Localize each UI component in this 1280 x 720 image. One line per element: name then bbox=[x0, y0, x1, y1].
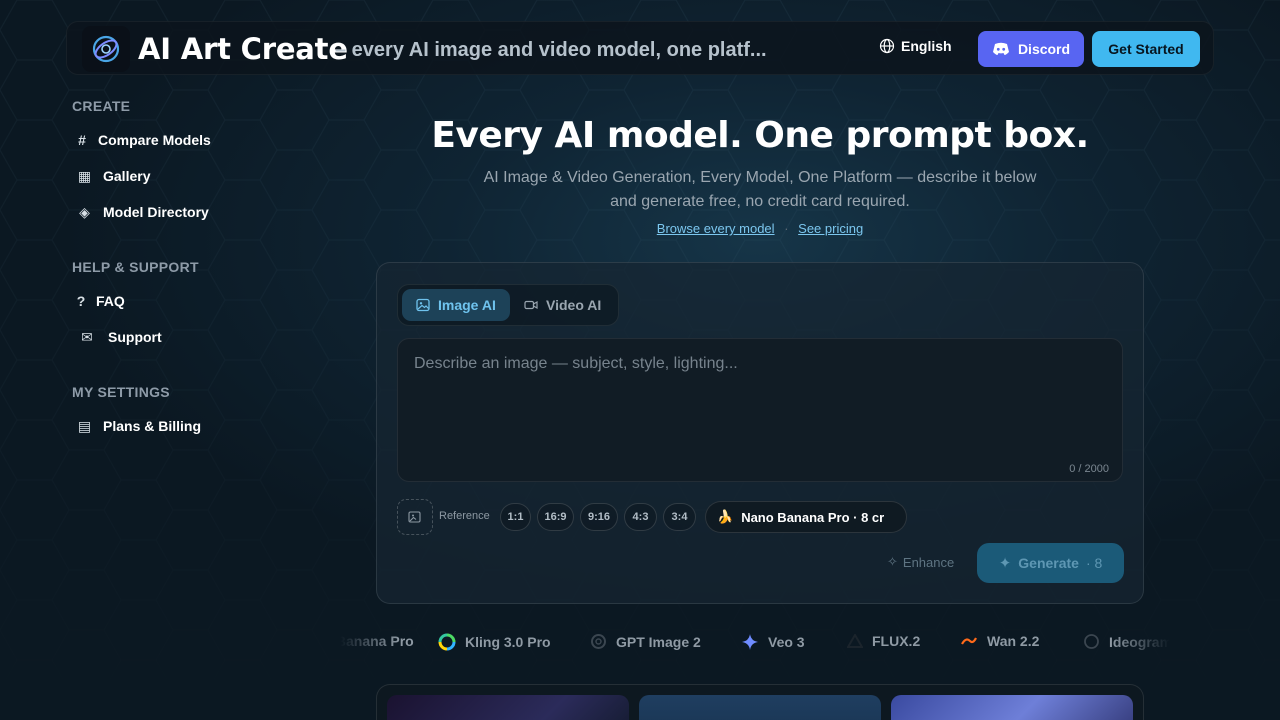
diamond-icon: ◈ bbox=[79, 203, 90, 220]
sidebar-item-plans-billing[interactable]: ▤ Plans & Billing bbox=[76, 414, 201, 438]
aspect-ratio-3-4[interactable]: 3:4 bbox=[663, 503, 696, 531]
character-counter: 0 / 2000 bbox=[1069, 463, 1109, 475]
reference-image-upload-button[interactable] bbox=[397, 499, 433, 535]
sidebar-section-title-create: CREATE bbox=[72, 98, 131, 114]
discord-label: Discord bbox=[1017, 41, 1071, 57]
prompt-textarea[interactable] bbox=[398, 339, 1122, 481]
sidebar-item-label: FAQ bbox=[96, 293, 125, 309]
generator-card: Image AI Video AI 0 / 2000 Reference 1:1… bbox=[376, 262, 1144, 604]
model-selector-label: Nano Banana Pro · 8 cr bbox=[741, 509, 885, 525]
model-selector[interactable]: 🍌 Nano Banana Pro · 8 cr bbox=[705, 501, 907, 533]
marquee-item-label: Wan 2.2 bbox=[987, 633, 1040, 649]
marquee-item-gpt-image-2[interactable]: GPT Image 2 bbox=[590, 633, 701, 650]
tab-video-ai[interactable]: Video AI bbox=[510, 289, 615, 321]
sidebar-item-label: Compare Models bbox=[98, 132, 211, 148]
marquee-item-label: Ideogram bbox=[1109, 633, 1170, 650]
browse-models-link[interactable]: Browse every model bbox=[657, 221, 775, 236]
image-icon bbox=[416, 298, 430, 312]
prompt-box: 0 / 2000 bbox=[397, 338, 1123, 482]
marquee-item-veo-3[interactable]: Veo 3 bbox=[741, 633, 805, 651]
tab-image-ai[interactable]: Image AI bbox=[402, 289, 510, 321]
aspect-ratio-16-9[interactable]: 16:9 bbox=[537, 503, 574, 531]
language-label: English bbox=[901, 38, 952, 54]
brand-tagline: – every AI image and video model, one pl… bbox=[335, 39, 767, 61]
top-header-bar: AI Art Create – every AI image and video… bbox=[66, 21, 1214, 75]
sidebar-item-label: Model Directory bbox=[103, 204, 209, 220]
gemini-spark-icon bbox=[742, 634, 758, 650]
marquee-item-flux-2[interactable]: FLUX.2 bbox=[847, 633, 920, 649]
tab-label: Image AI bbox=[438, 297, 496, 313]
marquee-item-label: Nano Banana Pro bbox=[340, 633, 414, 649]
sidebar-item-label: Support bbox=[108, 329, 162, 345]
generate-label: Generate bbox=[1018, 555, 1079, 571]
marquee-item-label: Kling 3.0 Pro bbox=[465, 634, 551, 650]
question-icon: ? bbox=[76, 293, 86, 309]
openai-icon bbox=[591, 634, 606, 649]
aspect-ratio-9-16[interactable]: 9:16 bbox=[580, 503, 618, 531]
gallery-thumbnail[interactable] bbox=[891, 695, 1133, 720]
globe-icon bbox=[879, 38, 895, 54]
language-selector[interactable]: English bbox=[879, 38, 952, 54]
banana-icon: 🍌 bbox=[717, 509, 734, 524]
generate-button[interactable]: ✦ Generate · 8 bbox=[977, 543, 1124, 583]
get-started-button[interactable]: Get Started bbox=[1092, 31, 1200, 67]
discord-button[interactable]: Discord bbox=[978, 31, 1084, 67]
flux-triangle-icon bbox=[847, 634, 863, 648]
model-logo-marquee: Nano Banana Pro Kling 3.0 Pro GPT Image … bbox=[340, 630, 1170, 656]
tab-label: Video AI bbox=[546, 297, 602, 313]
sidebar-item-model-directory[interactable]: ◈ Model Directory bbox=[76, 200, 209, 224]
sidebar-item-compare-models[interactable]: # Compare Models bbox=[76, 128, 211, 152]
ideogram-icon bbox=[1084, 634, 1099, 649]
reference-label: Reference bbox=[439, 510, 490, 522]
aspect-ratio-4-3[interactable]: 4:3 bbox=[624, 503, 657, 531]
grid-icon: ▦ bbox=[77, 167, 92, 184]
sparkles-icon: ✦ bbox=[998, 555, 1012, 572]
discord-icon bbox=[992, 42, 1009, 55]
sidebar-item-support[interactable]: ✉ Support bbox=[76, 325, 162, 349]
aspect-ratio-1-1[interactable]: 1:1 bbox=[500, 503, 531, 531]
list-icon: ▤ bbox=[77, 417, 92, 434]
kling-icon bbox=[438, 633, 456, 651]
marquee-item-kling[interactable]: Kling 3.0 Pro bbox=[438, 633, 551, 651]
envelope-icon: ✉ bbox=[81, 328, 93, 345]
generate-cost: · 8 bbox=[1085, 555, 1103, 571]
brand-title[interactable]: AI Art Create bbox=[138, 32, 348, 66]
brand-logo[interactable] bbox=[82, 26, 130, 72]
hero-subtitle: AI Image & Video Generation, Every Model… bbox=[483, 169, 1037, 210]
link-separator: · bbox=[784, 221, 789, 236]
gallery-preview-strip bbox=[376, 684, 1144, 720]
marquee-item-label: Veo 3 bbox=[768, 634, 805, 650]
see-pricing-link[interactable]: See pricing bbox=[798, 221, 863, 236]
enhance-button[interactable]: ✧ Enhance bbox=[887, 554, 954, 570]
wan-icon bbox=[961, 637, 977, 645]
gallery-thumbnail[interactable] bbox=[639, 695, 881, 720]
sidebar-section-title-help: HELP & SUPPORT bbox=[72, 259, 199, 275]
image-plus-icon bbox=[408, 511, 421, 523]
marquee-item-wan-2-2[interactable]: Wan 2.2 bbox=[960, 633, 1039, 649]
sparkles-icon: ✧ bbox=[887, 554, 898, 569]
sidebar-section-title-settings: MY SETTINGS bbox=[72, 384, 170, 400]
sidebar-item-faq[interactable]: ? FAQ bbox=[76, 289, 125, 313]
video-camera-icon bbox=[524, 300, 538, 310]
mode-tabs: Image AI Video AI bbox=[397, 284, 619, 326]
marquee-item-ideogram[interactable]: Ideogram bbox=[1083, 633, 1170, 650]
gallery-thumbnail[interactable] bbox=[387, 695, 629, 720]
hero-title: Every AI model. One prompt box. bbox=[431, 115, 1089, 156]
sidebar-item-label: Plans & Billing bbox=[103, 418, 202, 434]
hash-icon: # bbox=[78, 132, 86, 148]
sidebar-item-label: Gallery bbox=[103, 168, 151, 184]
orbit-logo-icon bbox=[92, 35, 120, 63]
sidebar-item-gallery[interactable]: ▦ Gallery bbox=[76, 164, 151, 188]
marquee-item-label: GPT Image 2 bbox=[616, 633, 701, 650]
enhance-label: Enhance bbox=[902, 554, 955, 570]
marquee-item-nano-banana-pro[interactable]: Nano Banana Pro bbox=[340, 633, 414, 649]
marquee-item-label: FLUX.2 bbox=[872, 633, 921, 649]
hero-links: Browse every model · See pricing bbox=[380, 221, 1140, 236]
